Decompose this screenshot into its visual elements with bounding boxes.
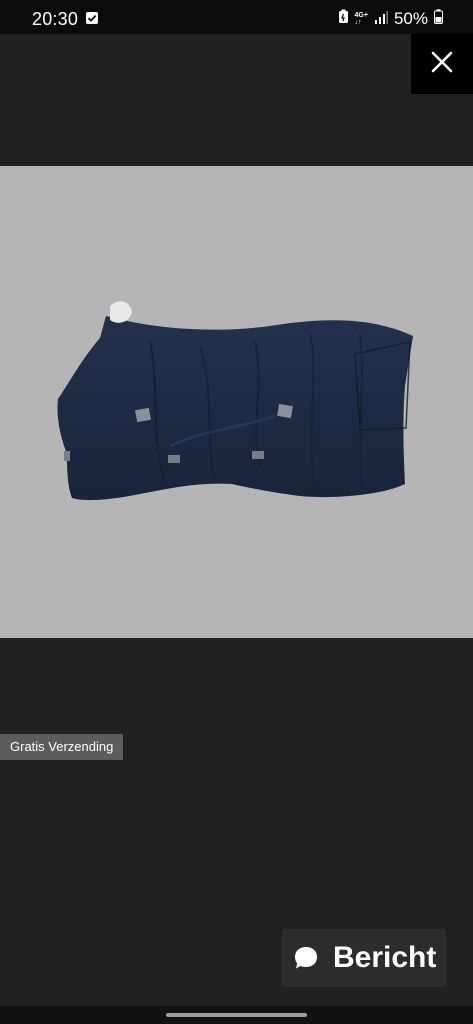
close-button[interactable] (411, 34, 473, 94)
network-type: 4G+ ↓↑ (354, 12, 368, 26)
home-indicator[interactable] (166, 1013, 307, 1017)
network-label: 4G+ (354, 12, 368, 19)
product-image[interactable] (0, 166, 473, 638)
signal-icon (374, 9, 388, 29)
screen: 20:30 4G+ ↓↑ 50% Gratis Verzending Beric… (0, 0, 473, 1024)
battery-percent: 50% (393, 9, 428, 28)
free-shipping-badge: Gratis Verzending (0, 734, 124, 760)
status-bar: 20:30 4G+ ↓↑ 50% (0, 0, 473, 34)
chat-bubble-icon (293, 945, 319, 971)
horse-blanket-image (57, 301, 414, 501)
status-time: 20:30 (32, 9, 79, 29)
message-button[interactable]: Bericht (282, 929, 446, 987)
message-button-label: Bericht (333, 941, 437, 974)
close-icon (431, 51, 453, 78)
battery-saver-icon (338, 9, 349, 29)
battery-icon (434, 9, 443, 29)
check-notification-icon (86, 12, 98, 24)
top-bar (0, 34, 473, 94)
status-indicators: 4G+ ↓↑ 50% (338, 9, 443, 29)
